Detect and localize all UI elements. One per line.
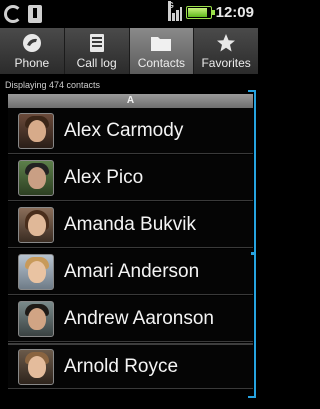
tab-contacts[interactable]: Contacts: [129, 28, 195, 74]
contact-row[interactable]: Alex Pico: [8, 155, 253, 201]
contact-list: Alex Carmody Alex Pico Amanda Bukvik Ama…: [8, 108, 253, 398]
call-log-icon: [86, 33, 108, 53]
usb-icon: [28, 5, 42, 23]
contact-name: Amari Anderson: [64, 260, 200, 282]
status-left-icons: [4, 5, 42, 23]
battery-icon: [185, 5, 215, 19]
fast-scroll-bracket[interactable]: [248, 90, 256, 398]
tab-call-log[interactable]: Call log: [65, 28, 130, 74]
tab-favorites-label: Favorites: [201, 56, 251, 70]
tab-contacts-label: Contacts: [137, 56, 186, 70]
contacts-folder-icon: [150, 33, 172, 53]
contact-name: Arnold Royce: [64, 355, 179, 377]
star-icon: [215, 33, 237, 53]
contact-row[interactable]: Alex Carmody: [8, 108, 253, 154]
tab-call-log-label: Call log: [76, 56, 117, 70]
avatar[interactable]: [18, 206, 54, 243]
contact-row[interactable]: Arnold Royce: [8, 343, 253, 389]
tab-bar: Phone Call log Contacts Favorites: [0, 28, 258, 74]
avatar[interactable]: [18, 112, 54, 149]
contact-row[interactable]: Amanda Bukvik: [8, 202, 253, 248]
contact-name: Alex Pico: [64, 166, 144, 188]
fast-scroll-marker: [251, 252, 254, 255]
clock: 12:09: [215, 3, 254, 21]
avatar[interactable]: [18, 253, 54, 290]
contact-name: Alex Carmody: [64, 119, 184, 141]
avatar[interactable]: [18, 348, 54, 385]
status-right-icons: G 12:09: [167, 1, 254, 21]
contacts-count: Displaying 474 contacts: [5, 80, 101, 90]
status-bar: G 12:09: [0, 0, 258, 28]
battery-level: [187, 7, 208, 17]
signal-icon: G: [167, 1, 182, 21]
contact-name: Amanda Bukvik: [64, 213, 197, 235]
contact-row[interactable]: Amari Anderson: [8, 249, 253, 295]
contact-name: Andrew Aaronson: [64, 307, 214, 329]
contact-row[interactable]: Andrew Aaronson: [8, 296, 253, 342]
avatar[interactable]: [18, 159, 54, 196]
phone-icon: [21, 33, 43, 53]
avatar[interactable]: [18, 300, 54, 337]
section-header: A: [8, 94, 253, 108]
sync-icon: [4, 5, 22, 23]
tab-favorites[interactable]: Favorites: [194, 28, 258, 74]
tab-phone[interactable]: Phone: [0, 28, 65, 74]
tab-phone-label: Phone: [14, 56, 50, 70]
